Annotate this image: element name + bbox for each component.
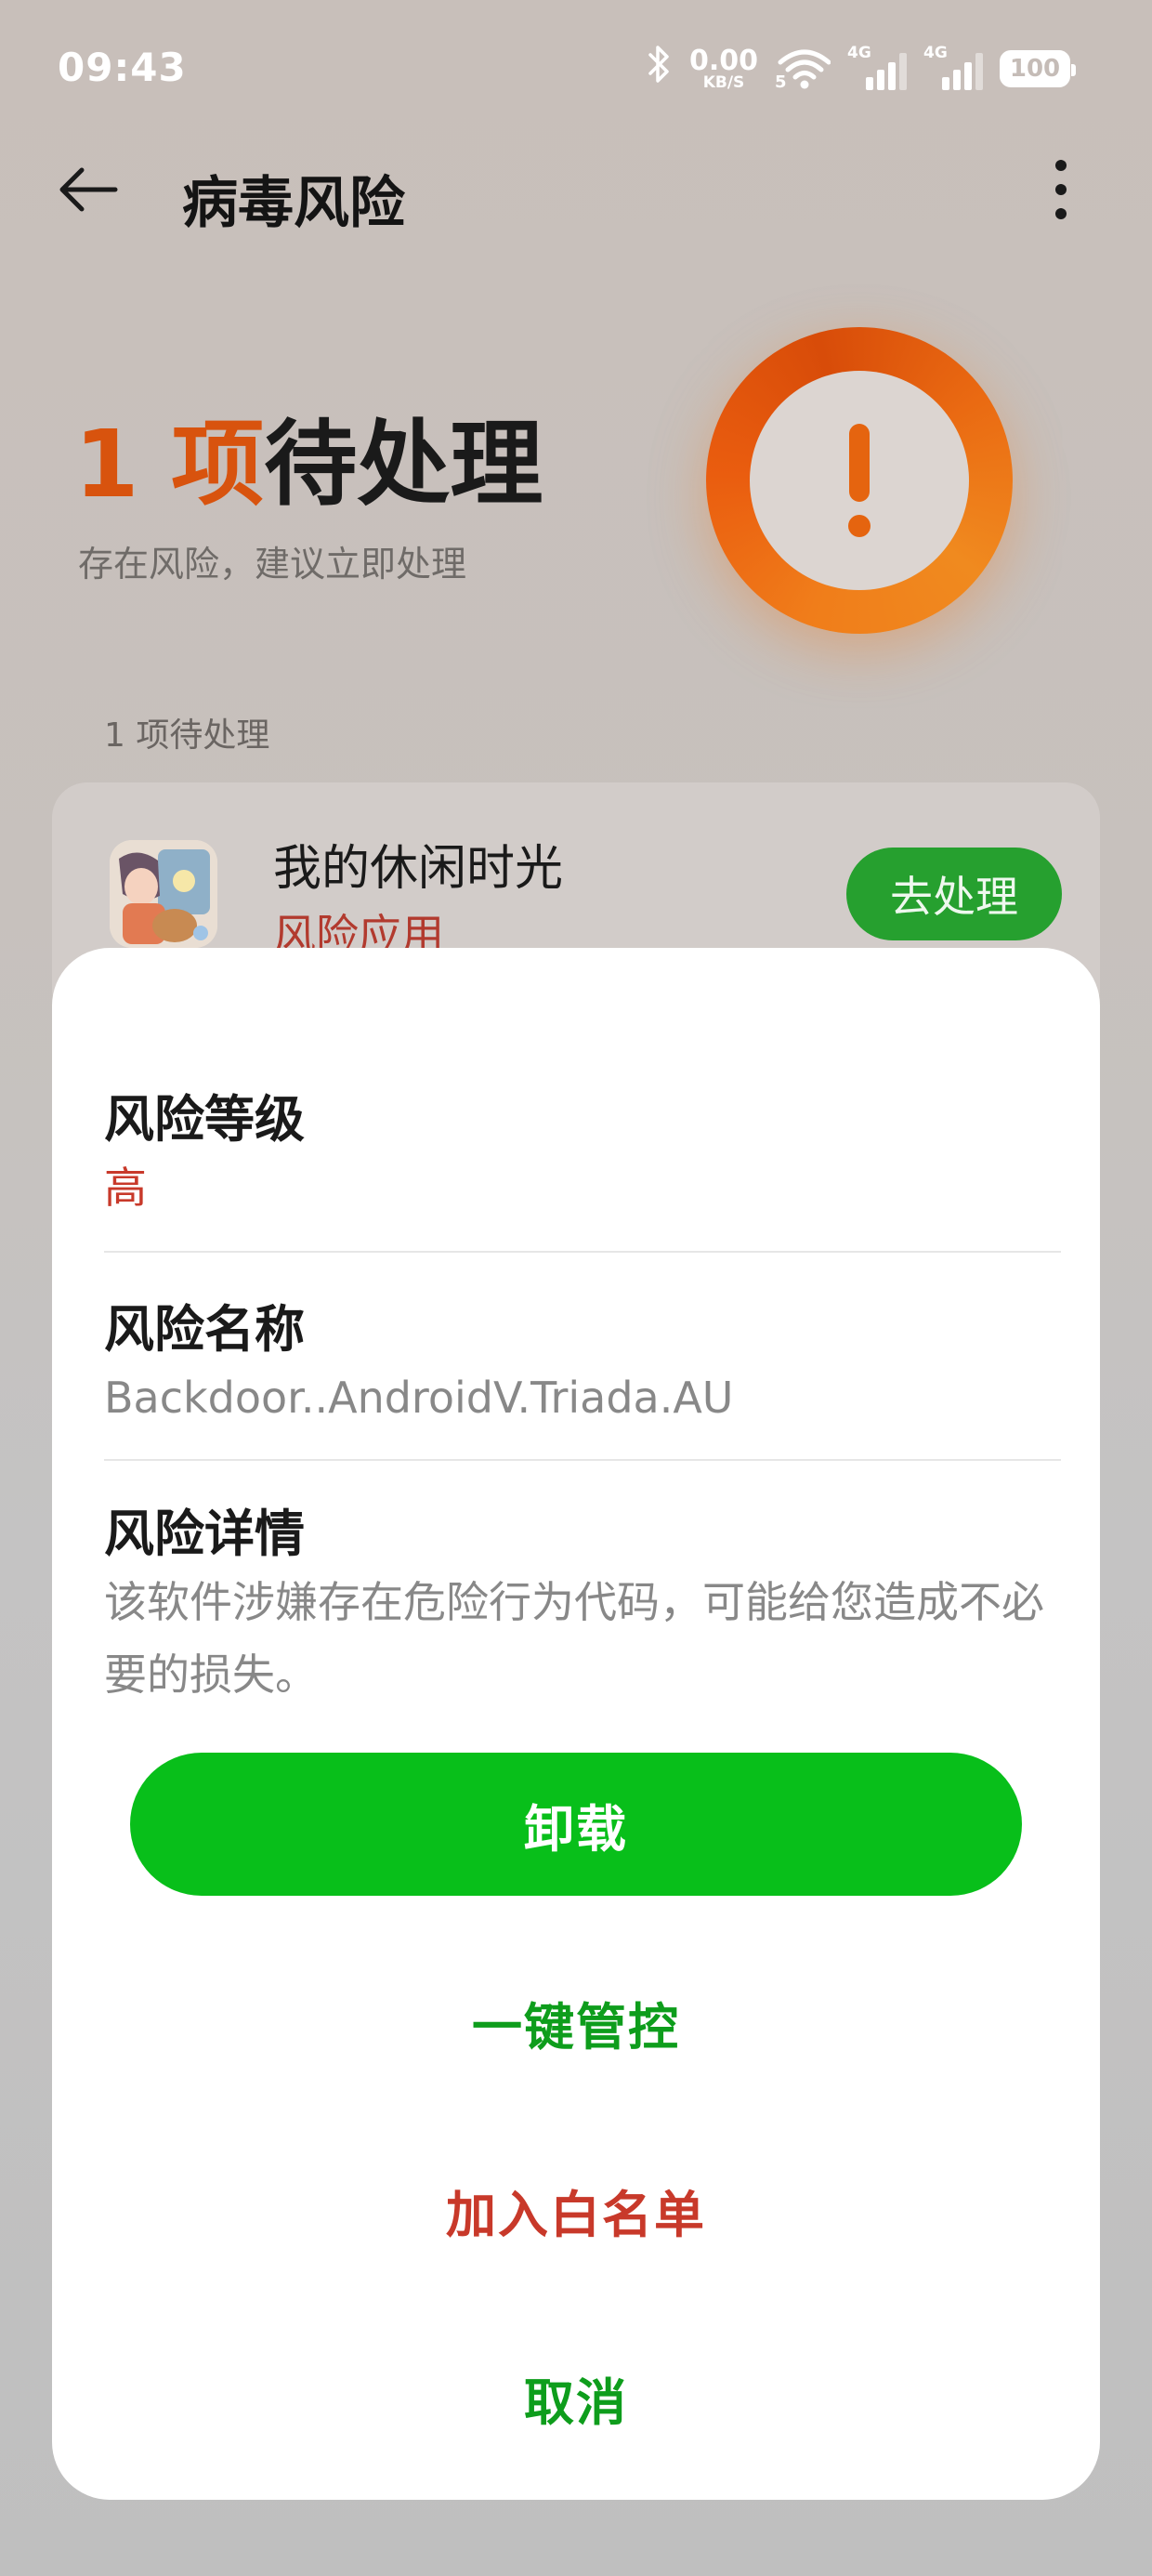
- pending-section-label: 1 项待处理: [104, 716, 270, 755]
- signal-sim2-icon: 4G: [923, 44, 983, 90]
- more-options-icon[interactable]: [1041, 156, 1081, 223]
- risk-level-label: 风险等级: [104, 1090, 305, 1149]
- risk-detail-label: 风险详情: [104, 1505, 305, 1563]
- battery-level: 100: [1009, 55, 1061, 83]
- risk-name-label: 风险名称: [104, 1300, 305, 1359]
- risk-level-field: 风险等级 高: [104, 1078, 1061, 1224]
- network-speed-unit: KB/S: [702, 72, 745, 92]
- risk-level-value: 高: [104, 1163, 147, 1213]
- app-icon: [110, 840, 217, 948]
- risk-detail-field: 风险详情 该软件涉嫌存在危险行为代码，可能给您造成不必要的损失。: [104, 1492, 1061, 1711]
- network-speed-value: 0.00: [688, 44, 758, 77]
- network-speed: 0.00 KB/S: [688, 44, 758, 92]
- exclamation-icon: [750, 371, 969, 590]
- pending-summary-title: 1 项待处理: [74, 388, 543, 523]
- add-to-whitelist-button[interactable]: 加入白名单: [130, 2154, 1022, 2266]
- back-arrow-icon[interactable]: [56, 156, 123, 223]
- risk-detail-value: 该软件涉嫌存在危险行为代码，可能给您造成不必要的损失。: [104, 1577, 1044, 1700]
- pending-summary-subtitle: 存在风险，建议立即处理: [78, 544, 467, 585]
- divider: [104, 1251, 1061, 1253]
- signal-sim1-icon: 4G: [847, 44, 907, 90]
- status-bar: 09:43 0.00 KB/S 5 4G 4G 100: [0, 0, 1152, 139]
- cancel-button[interactable]: 取消: [130, 2342, 1022, 2453]
- warning-ring-icon: [706, 327, 1013, 634]
- risk-name-value: Backdoor..AndroidV.Triada.AU: [104, 1373, 734, 1423]
- status-icons: 0.00 KB/S 5 4G 4G 100: [645, 41, 1076, 97]
- pending-title-suffix: 待处理: [264, 410, 543, 519]
- risk-name-field: 风险名称 Backdoor..AndroidV.Triada.AU: [104, 1288, 1061, 1434]
- risk-detail-sheet: 风险等级 高 风险名称 Backdoor..AndroidV.Triada.AU…: [52, 948, 1100, 2500]
- status-time: 09:43: [58, 45, 187, 90]
- pending-count: 1 项: [74, 410, 265, 519]
- app-name: 我的休闲时光: [273, 841, 564, 897]
- wifi-generation: 5: [775, 72, 787, 92]
- divider: [104, 1459, 1061, 1461]
- bluetooth-icon: [645, 44, 673, 94]
- handle-button[interactable]: 去处理: [846, 848, 1062, 940]
- battery-icon: 100: [1000, 50, 1076, 87]
- uninstall-button[interactable]: 卸载: [130, 1753, 1022, 1896]
- wifi-icon: 5: [775, 47, 831, 92]
- page-title: 病毒风险: [182, 171, 405, 236]
- one-click-control-button[interactable]: 一键管控: [130, 1966, 1022, 2078]
